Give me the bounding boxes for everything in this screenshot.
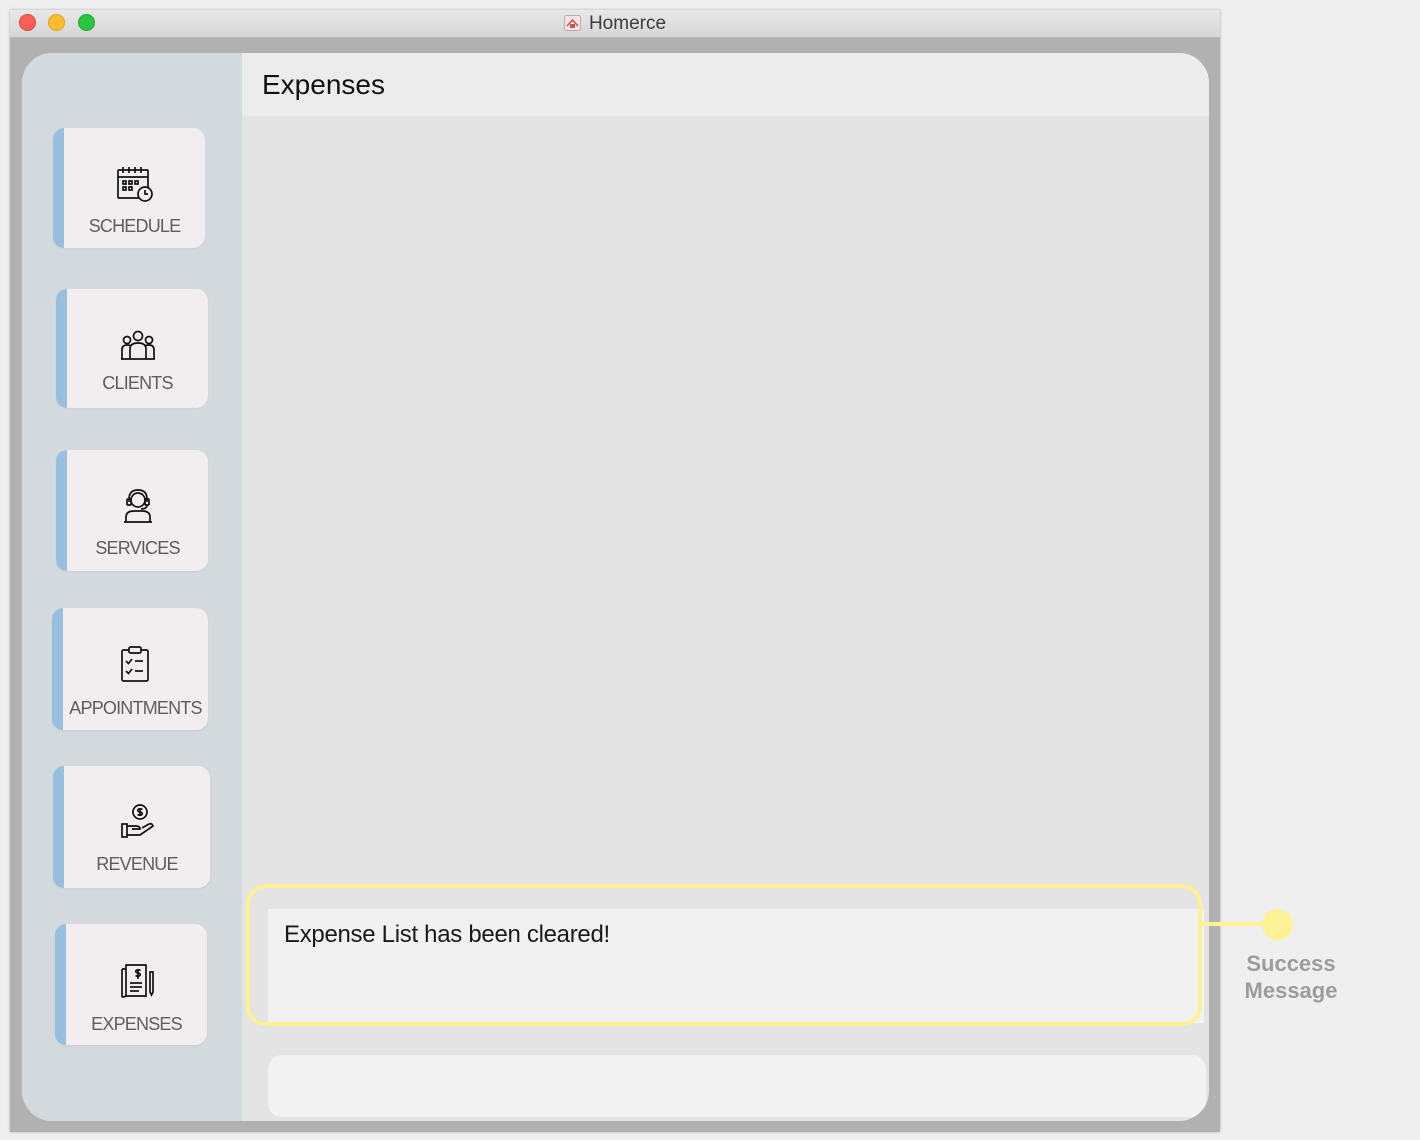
clipboard-checklist-icon — [121, 646, 149, 682]
nav-expenses-button[interactable]: EXPENSES — [55, 924, 207, 1045]
nav-expenses-label: EXPENSES — [91, 1014, 182, 1034]
service-agent-icon — [124, 489, 152, 523]
app-icon — [563, 15, 581, 31]
nav-clients-button[interactable]: CLIENTS — [56, 289, 208, 408]
command-input[interactable] — [268, 1055, 1206, 1117]
nav-appointments-label: APPOINTMENTS — [69, 698, 202, 718]
calendar-clock-icon — [117, 167, 153, 202]
hand-coin-icon — [120, 804, 154, 838]
nav-services-label: SERVICES — [95, 538, 180, 558]
expense-report-icon — [121, 964, 154, 998]
page-header: Expenses — [242, 53, 1209, 116]
window-title: Homerce — [588, 13, 667, 34]
page-title: Expenses — [262, 69, 385, 100]
nav-clients-label: CLIENTS — [102, 373, 173, 393]
window-title-wrap: Homerce — [10, 13, 1220, 35]
nav-schedule-button[interactable]: SCHEDULE — [53, 128, 205, 248]
callout-label-line1: Success — [1246, 951, 1336, 976]
success-message-highlight — [246, 884, 1202, 1026]
sidebar: SCHEDULE CLIENTS SERVICES APPOINTMENTS R… — [22, 53, 242, 1121]
nav-revenue-button[interactable]: REVENUE — [53, 766, 210, 888]
nav-revenue-label: REVENUE — [96, 854, 178, 874]
callout-label-line2: Message — [1244, 978, 1338, 1003]
nav-services-button[interactable]: SERVICES — [56, 450, 208, 571]
people-group-icon — [121, 330, 155, 360]
callout-label: Success Message — [1232, 950, 1350, 1004]
nav-schedule-label: SCHEDULE — [88, 216, 181, 236]
nav-appointments-button[interactable]: APPOINTMENTS — [52, 608, 208, 730]
callout-dot — [1262, 909, 1293, 940]
title-bar: Homerce — [10, 10, 1220, 38]
